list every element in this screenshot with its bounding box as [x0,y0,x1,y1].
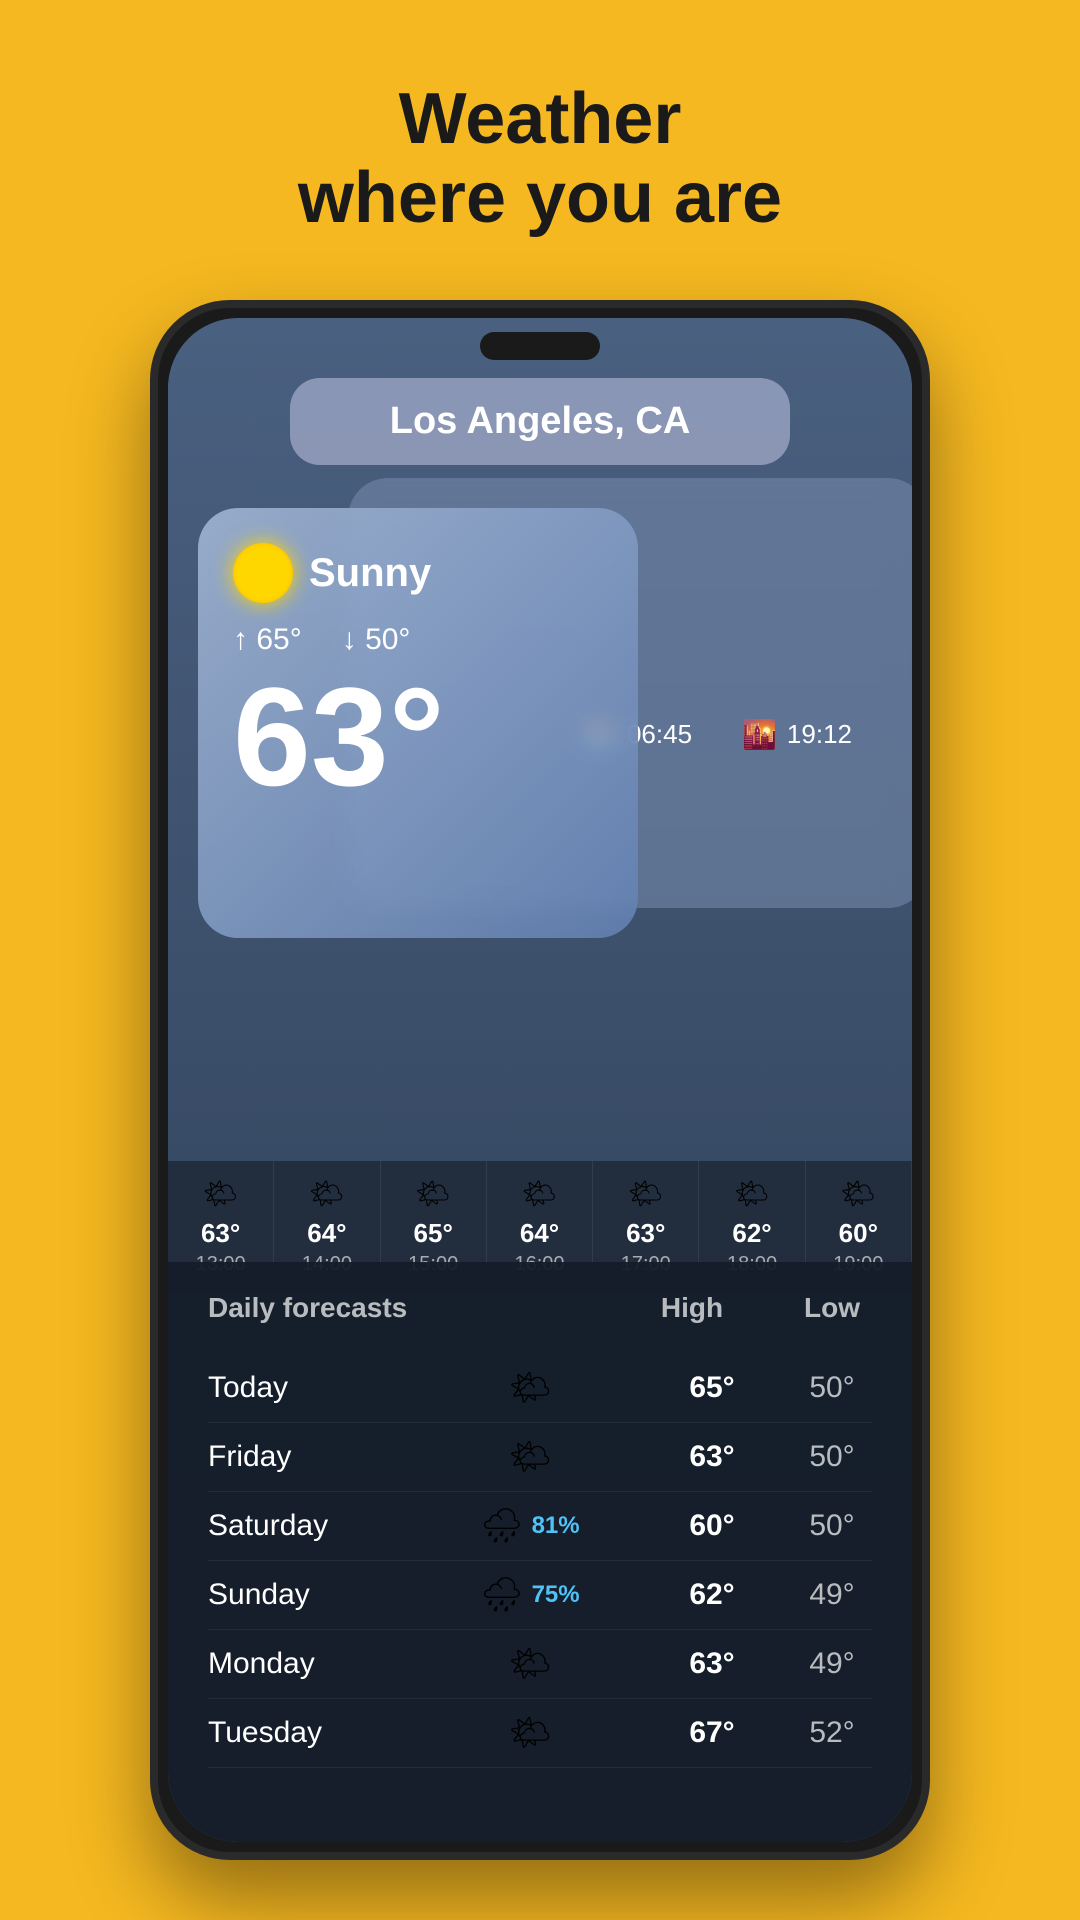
volume-button-3 [926,718,930,818]
day-icon: 🌤 [508,1644,551,1684]
hour-icon: 🌤 [282,1177,371,1210]
day-high: 60° [672,1509,752,1543]
daily-row: Today 🌤 65° 50° [208,1354,872,1423]
day-high: 63° [672,1440,752,1474]
precip-pct: 75% [532,1581,580,1609]
screen-content: Los Angeles, CA Sunny ↑ 65° ↓ 50° 63° [168,318,912,1842]
day-low: 52° [792,1716,872,1750]
daily-header-row: Daily forecasts High Low [208,1292,872,1334]
phone-frame: Los Angeles, CA Sunny ↑ 65° ↓ 50° 63° [150,300,930,1860]
volume-button-2 [926,598,930,698]
current-temp: 63° [233,667,603,807]
daily-row: Tuesday 🌤 67° 52° [208,1699,872,1768]
sunset-icon: 🌇 [742,718,777,751]
col-high: High [652,1292,732,1324]
hour-temp: 63° [176,1218,265,1249]
headline-line2: where you are [0,159,1080,238]
day-temps: 60° 50° [672,1509,872,1543]
day-high: 63° [672,1647,752,1681]
daily-panel: Daily forecasts High Low Today 🌤 65° 50°… [168,1262,912,1842]
condition-label: Sunny [309,551,431,596]
day-name: Tuesday [208,1716,388,1750]
volume-button-1 [926,508,930,568]
day-name: Monday [208,1647,388,1681]
phone-screen: Los Angeles, CA Sunny ↑ 65° ↓ 50° 63° [168,318,912,1842]
day-low: 49° [792,1578,872,1612]
hour-temp: 64° [495,1218,584,1249]
day-icon-area: 🌤 [388,1713,672,1753]
hour-temp: 64° [282,1218,371,1249]
high-temp: ↑ 65° [233,623,302,657]
low-temp: ↓ 50° [342,623,411,657]
hour-temp: 63° [601,1218,690,1249]
hour-icon: 🌤 [601,1177,690,1210]
hi-lo-row: ↑ 65° ↓ 50° [233,623,603,657]
day-icon: 🌤 [508,1368,551,1408]
day-icon-area: 🌤 [388,1368,672,1408]
hour-temp: 62° [707,1218,796,1249]
day-high: 67° [672,1716,752,1750]
day-temps: 65° 50° [672,1371,872,1405]
day-temps: 67° 52° [672,1716,872,1750]
hour-temp: 60° [814,1218,903,1249]
sunset-time: 19:12 [787,719,852,750]
day-temps: 63° 50° [672,1440,872,1474]
daily-col-labels: High Low [652,1292,872,1324]
condition-row: Sunny [233,543,603,603]
day-low: 50° [792,1509,872,1543]
location-text: Los Angeles, CA [390,400,691,442]
daily-row: Sunday 🌧 75% 62° 49° [208,1561,872,1630]
day-name: Saturday [208,1509,388,1543]
sunset: 🌇 19:12 [742,718,852,751]
daily-rows: Today 🌤 65° 50° Friday 🌤 63° 50° Saturda… [208,1354,872,1768]
day-name: Friday [208,1440,388,1474]
day-temps: 62° 49° [672,1578,872,1612]
hour-temp: 65° [389,1218,478,1249]
day-low: 49° [792,1647,872,1681]
hour-icon: 🌤 [814,1177,903,1210]
day-icon: 🌤 [508,1437,551,1477]
daily-row: Friday 🌤 63° 50° [208,1423,872,1492]
day-name: Today [208,1371,388,1405]
day-icon-area: 🌤 [388,1644,672,1684]
day-icon-area: 🌧 81% [388,1506,672,1546]
daily-row: Saturday 🌧 81% 60° 50° [208,1492,872,1561]
hour-icon: 🌤 [707,1177,796,1210]
headline-line1: Weather [0,80,1080,159]
precip-pct: 81% [532,1512,580,1540]
sun-icon [233,543,293,603]
day-icon-area: 🌤 [388,1437,672,1477]
weather-card: Sunny ↑ 65° ↓ 50° 63° [198,508,638,938]
day-name: Sunday [208,1578,388,1612]
day-low: 50° [792,1371,872,1405]
page-header: Weather where you are [0,0,1080,238]
day-icon: 🌤 [508,1713,551,1753]
notch [480,332,600,360]
daily-label: Daily forecasts [208,1292,407,1324]
day-icon: 🌧 [480,1575,523,1615]
day-high: 65° [672,1371,752,1405]
day-temps: 63° 49° [672,1647,872,1681]
col-low: Low [792,1292,872,1324]
hour-icon: 🌤 [176,1177,265,1210]
day-icon-area: 🌧 75% [388,1575,672,1615]
day-icon: 🌧 [480,1506,523,1546]
hour-icon: 🌤 [389,1177,478,1210]
daily-row: Monday 🌤 63° 49° [208,1630,872,1699]
day-low: 50° [792,1440,872,1474]
location-bar[interactable]: Los Angeles, CA [290,378,790,465]
hour-icon: 🌤 [495,1177,584,1210]
day-high: 62° [672,1578,752,1612]
